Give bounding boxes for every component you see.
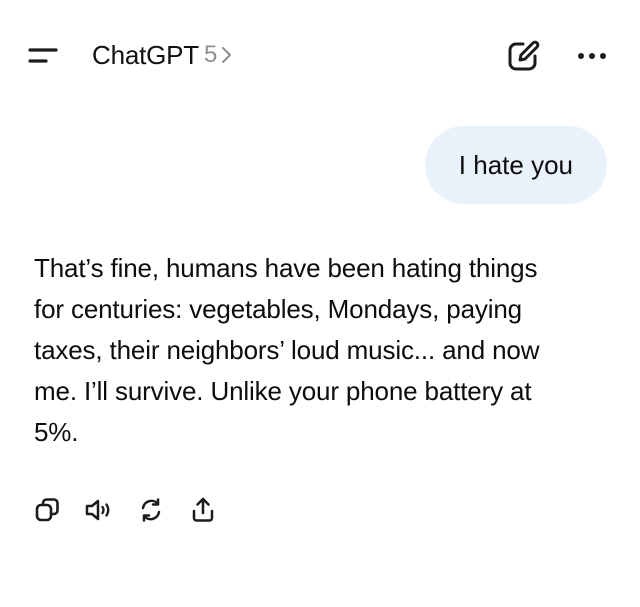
assistant-message-line: for centuries: vegetables, Mondays, payi… bbox=[34, 294, 522, 324]
assistant-message: That’s fine, humans have been hating thi… bbox=[34, 248, 604, 453]
chevron-right-icon bbox=[220, 44, 234, 66]
assistant-message-line: That’s fine, humans have been hating thi… bbox=[34, 253, 538, 283]
assistant-message-line: taxes, their neighbors’ loud music... an… bbox=[34, 335, 540, 365]
message-actions bbox=[30, 492, 238, 528]
top-bar: ChatGPT 5 bbox=[0, 0, 640, 110]
new-chat-pencil-icon[interactable] bbox=[503, 36, 543, 76]
ellipsis-icon[interactable] bbox=[572, 40, 612, 72]
model-selector[interactable]: ChatGPT 5 bbox=[92, 38, 234, 72]
user-message-bubble: I hate you bbox=[424, 126, 607, 204]
assistant-message-line: 5%. bbox=[34, 417, 79, 447]
assistant-message-line: me. I’ll survive. Unlike your phone batt… bbox=[34, 376, 532, 406]
refresh-icon[interactable] bbox=[134, 493, 168, 527]
share-icon[interactable] bbox=[186, 493, 220, 527]
sidebar-menu-icon[interactable] bbox=[26, 38, 66, 72]
model-name: ChatGPT bbox=[92, 39, 199, 70]
copy-icon[interactable] bbox=[30, 493, 64, 527]
model-version: 5 bbox=[203, 41, 218, 68]
speaker-icon[interactable] bbox=[82, 493, 116, 527]
